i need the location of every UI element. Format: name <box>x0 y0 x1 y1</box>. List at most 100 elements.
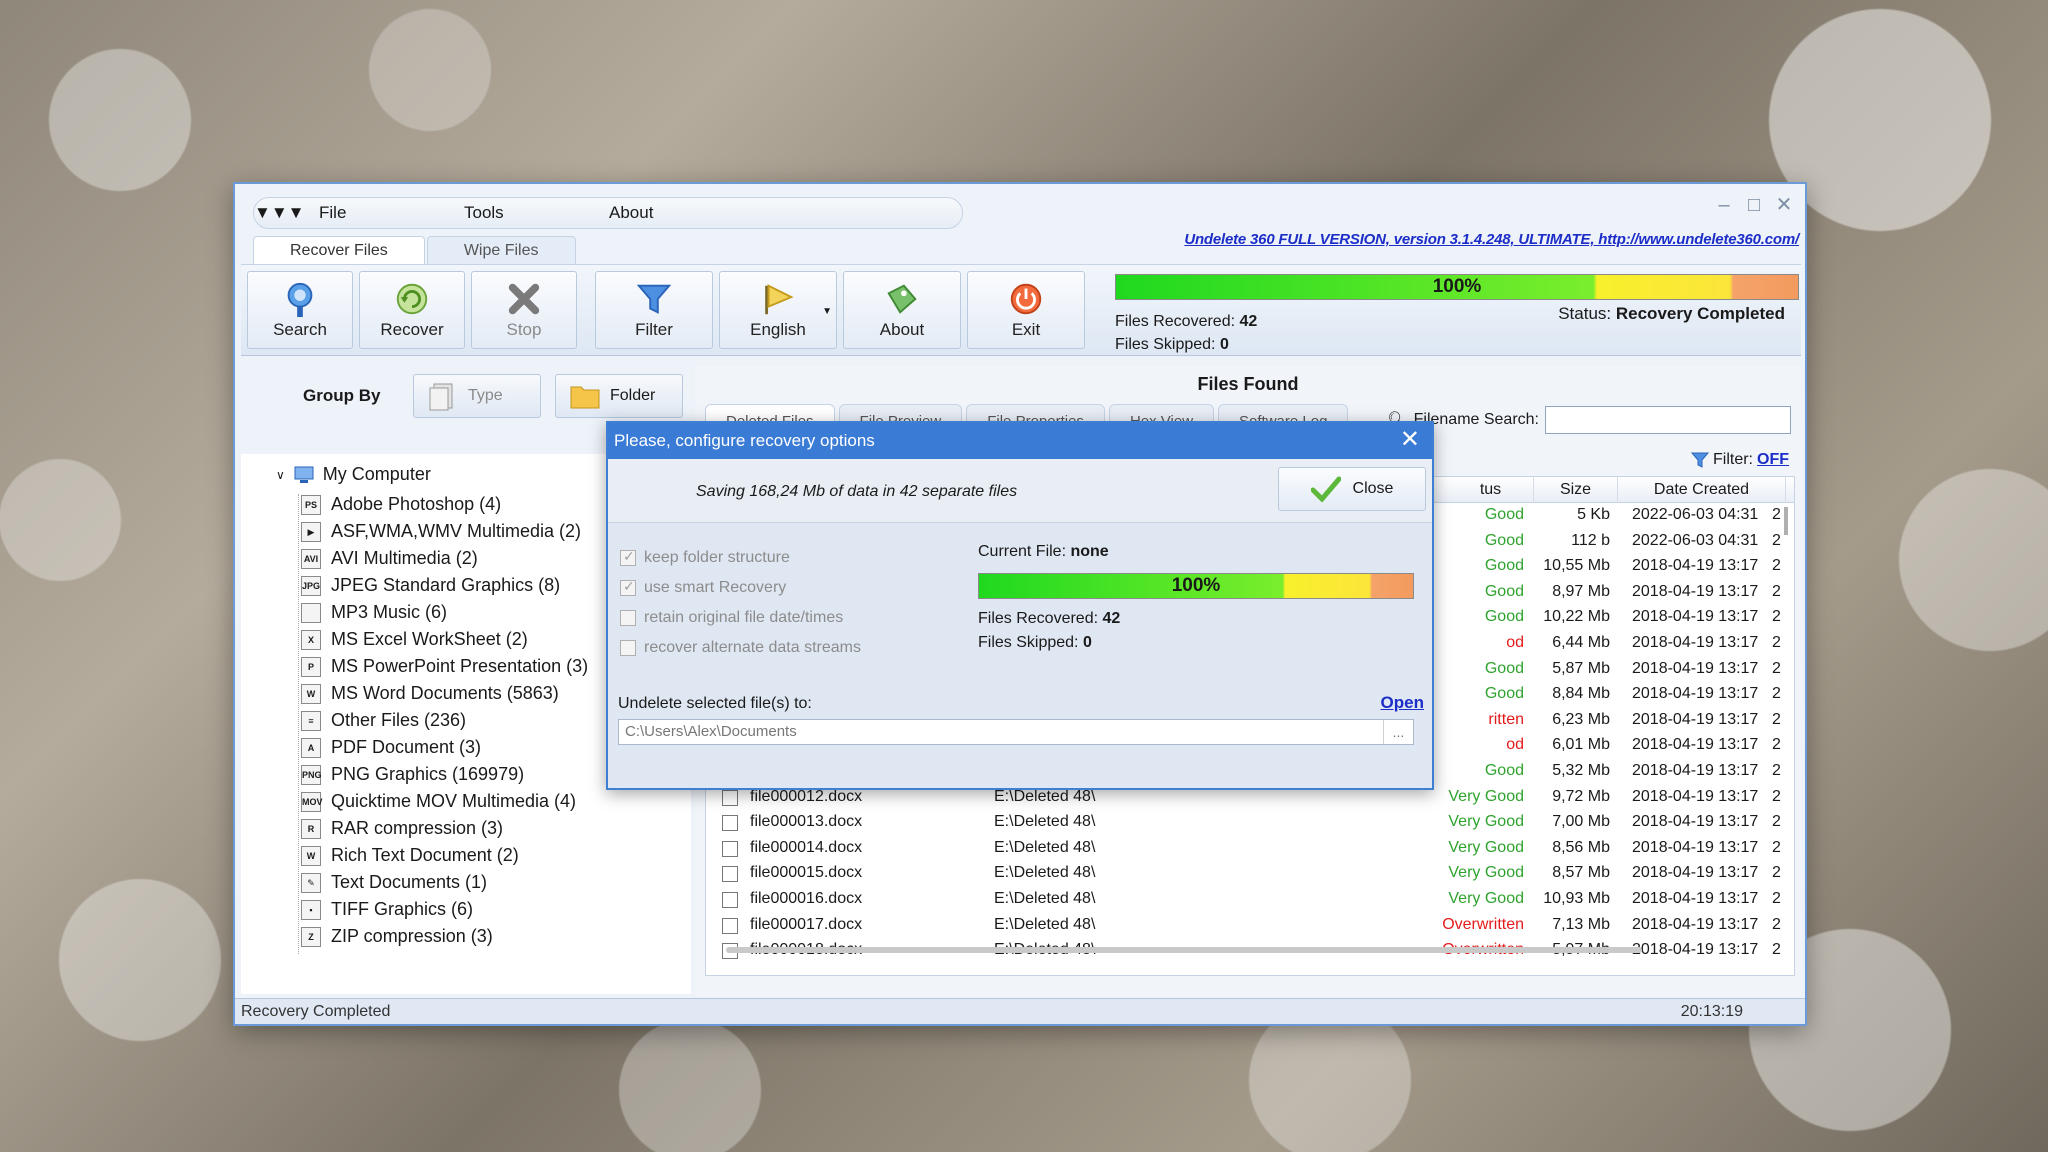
vertical-scrollbar[interactable] <box>1784 507 1788 535</box>
option-keep-folder-structure[interactable]: keep folder structure <box>620 548 790 567</box>
column-date-created[interactable]: Date Created <box>1618 477 1786 503</box>
menu-file[interactable]: File <box>319 198 346 228</box>
menu-bar: File ▼ Tools ▼ About ▼ <box>253 197 963 229</box>
tree-item-label: TIFF Graphics (6) <box>331 899 474 919</box>
tree-item[interactable]: MOV Quicktime MOV Multimedia (4) <box>301 788 588 815</box>
tree-item[interactable]: Z ZIP compression (3) <box>301 923 588 950</box>
file-name-cell: file000017.docx <box>750 915 863 933</box>
row-checkbox[interactable] <box>722 866 738 883</box>
tree-item[interactable]: P MS PowerPoint Presentation (3) <box>301 653 588 680</box>
tree-item[interactable]: ▶ ASF,WMA,WMV Multimedia (2) <box>301 518 588 545</box>
stop-button[interactable]: Stop <box>471 271 577 349</box>
file-name-cell: file000012.docx <box>750 787 863 805</box>
row-checkbox[interactable] <box>722 891 738 908</box>
browse-button[interactable]: ... <box>1383 720 1413 744</box>
tree-item[interactable]: PNG PNG Graphics (169979) <box>301 761 588 788</box>
option-keep-folder-structure-label: keep folder structure <box>644 549 790 566</box>
close-icon[interactable]: ✕ <box>1775 195 1793 215</box>
tree-item[interactable]: MP3 Music (6) <box>301 599 588 626</box>
menu-about-chevron-icon[interactable]: ▼ <box>288 203 305 223</box>
tree-item[interactable]: JPG JPEG Standard Graphics (8) <box>301 572 588 599</box>
option-use-smart-recovery-checkbox[interactable] <box>620 578 636 596</box>
tree-item[interactable]: W Rich Text Document (2) <box>301 842 588 869</box>
table-row[interactable]: file000013.docx E:\Deleted 48\ Very Good 7,… <box>706 810 1794 836</box>
language-chevron-down-icon[interactable]: ▼ <box>822 306 832 317</box>
groupby-folder-button[interactable]: Folder <box>555 374 683 418</box>
tab-wipe-files[interactable]: Wipe Files <box>426 236 576 264</box>
option-use-smart-recovery[interactable]: use smart Recovery <box>620 578 786 597</box>
option-retain-file-dates-checkbox[interactable] <box>620 610 636 626</box>
open-folder-link[interactable]: Open <box>1381 693 1424 713</box>
dialog-close-icon[interactable]: ✕ <box>1400 423 1420 457</box>
maximize-icon[interactable]: □ <box>1745 195 1763 215</box>
files-skipped-label: Files Skipped: <box>1115 336 1216 353</box>
tab-recover-files[interactable]: Recover Files <box>253 236 425 264</box>
target-path-value: C:\Users\Alex\Documents <box>625 723 797 740</box>
about-button[interactable]: About <box>843 271 961 349</box>
overall-status: Status: Recovery Completed <box>1558 304 1785 324</box>
about-button-label: About <box>879 320 925 339</box>
file-status-cell: Very Good <box>1448 889 1524 907</box>
language-button[interactable]: English ▼ <box>719 271 837 349</box>
row-checkbox[interactable] <box>722 815 738 832</box>
row-checkbox[interactable] <box>722 840 738 857</box>
recover-button[interactable]: Recover <box>359 271 465 349</box>
tree-item[interactable]: AVI AVI Multimedia (2) <box>301 545 588 572</box>
file-path-cell: E:\Deleted 48\ <box>994 864 1096 882</box>
row-checkbox[interactable] <box>722 917 738 934</box>
tree-item[interactable]: ≡ Other Files (236) <box>301 707 588 734</box>
menu-file-label: File <box>319 203 347 222</box>
filter-button[interactable]: Filter <box>595 271 713 349</box>
file-extra-cell: 2 <box>1772 787 1781 805</box>
table-row[interactable]: file000014.docx E:\Deleted 48\ Very Good 8,… <box>706 836 1794 862</box>
menu-tools[interactable]: Tools <box>464 198 504 228</box>
dialog-close-button[interactable]: Close <box>1278 467 1426 511</box>
column-size[interactable]: Size <box>1534 477 1618 503</box>
version-link[interactable]: Undelete 360 FULL VERSION, version 3.1.4… <box>1184 231 1799 248</box>
column-status[interactable]: tus <box>1448 477 1534 503</box>
tree-root-my-computer[interactable]: ∨ My Computer <box>276 464 431 485</box>
table-row[interactable]: file000016.docx E:\Deleted 48\ Very Good 10… <box>706 887 1794 913</box>
tree-item[interactable]: R RAR compression (3) <box>301 815 588 842</box>
exit-button[interactable]: Exit <box>967 271 1085 349</box>
minimize-icon[interactable]: – <box>1715 195 1733 215</box>
dialog-files-recovered-label: Files Recovered: <box>978 610 1099 627</box>
option-retain-file-dates[interactable]: retain original file date/times <box>620 609 843 627</box>
menu-file-chevron-icon[interactable]: ▼ <box>254 203 271 223</box>
undelete-target-label: Undelete selected file(s) to: <box>618 695 812 712</box>
menu-about[interactable]: About <box>609 198 653 228</box>
search-button[interactable]: Search <box>247 271 353 349</box>
tree-item[interactable]: X MS Excel WorkSheet (2) <box>301 626 588 653</box>
file-name-cell: file000015.docx <box>750 864 863 882</box>
tree-item[interactable]: PS Adobe Photoshop (4) <box>301 491 588 518</box>
file-extra-cell: 2 <box>1772 557 1781 575</box>
filter-toggle[interactable]: Filter: OFF <box>1691 451 1789 469</box>
option-keep-folder-structure-checkbox[interactable] <box>620 548 636 566</box>
menu-tools-chevron-icon[interactable]: ▼ <box>271 203 288 223</box>
option-recover-alternate-streams[interactable]: recover alternate data streams <box>620 639 861 657</box>
files-found-title: Files Found <box>1197 374 1299 394</box>
tree-expand-chevron-icon[interactable]: ∨ <box>276 468 285 482</box>
filename-search-input[interactable] <box>1545 406 1791 434</box>
file-type-icon: X <box>301 629 321 650</box>
file-date-cell: 2018-04-19 13:17 <box>1632 685 1759 703</box>
tree-item[interactable]: ▪ TIFF Graphics (6) <box>301 896 588 923</box>
row-checkbox[interactable] <box>722 789 738 806</box>
groupby-type-button[interactable]: Type <box>413 374 541 418</box>
table-row[interactable]: file000015.docx E:\Deleted 48\ Very Good 8,… <box>706 861 1794 887</box>
tree-item[interactable]: W MS Word Documents (5863) <box>301 680 588 707</box>
tree-item-label: Quicktime MOV Multimedia (4) <box>331 791 577 811</box>
table-row[interactable]: file000017.docx E:\Deleted 48\ Overwritten… <box>706 913 1794 939</box>
tree-item[interactable]: A PDF Document (3) <box>301 734 588 761</box>
groupby-row: Group By Type Folder <box>241 366 691 418</box>
file-size-cell: 8,97 Mb <box>1552 582 1610 600</box>
tree-item[interactable]: ✎ Text Documents (1) <box>301 869 588 896</box>
filter-state[interactable]: OFF <box>1757 451 1789 469</box>
target-path-field[interactable]: C:\Users\Alex\Documents ... <box>618 719 1414 745</box>
file-extra-cell: 2 <box>1772 761 1781 779</box>
horizontal-scrollbar[interactable] <box>726 947 1642 953</box>
option-recover-alternate-streams-checkbox[interactable] <box>620 640 636 656</box>
stop-button-label: Stop <box>506 320 542 339</box>
file-type-icon: A <box>301 737 321 758</box>
file-name-cell: file000013.docx <box>750 813 863 831</box>
